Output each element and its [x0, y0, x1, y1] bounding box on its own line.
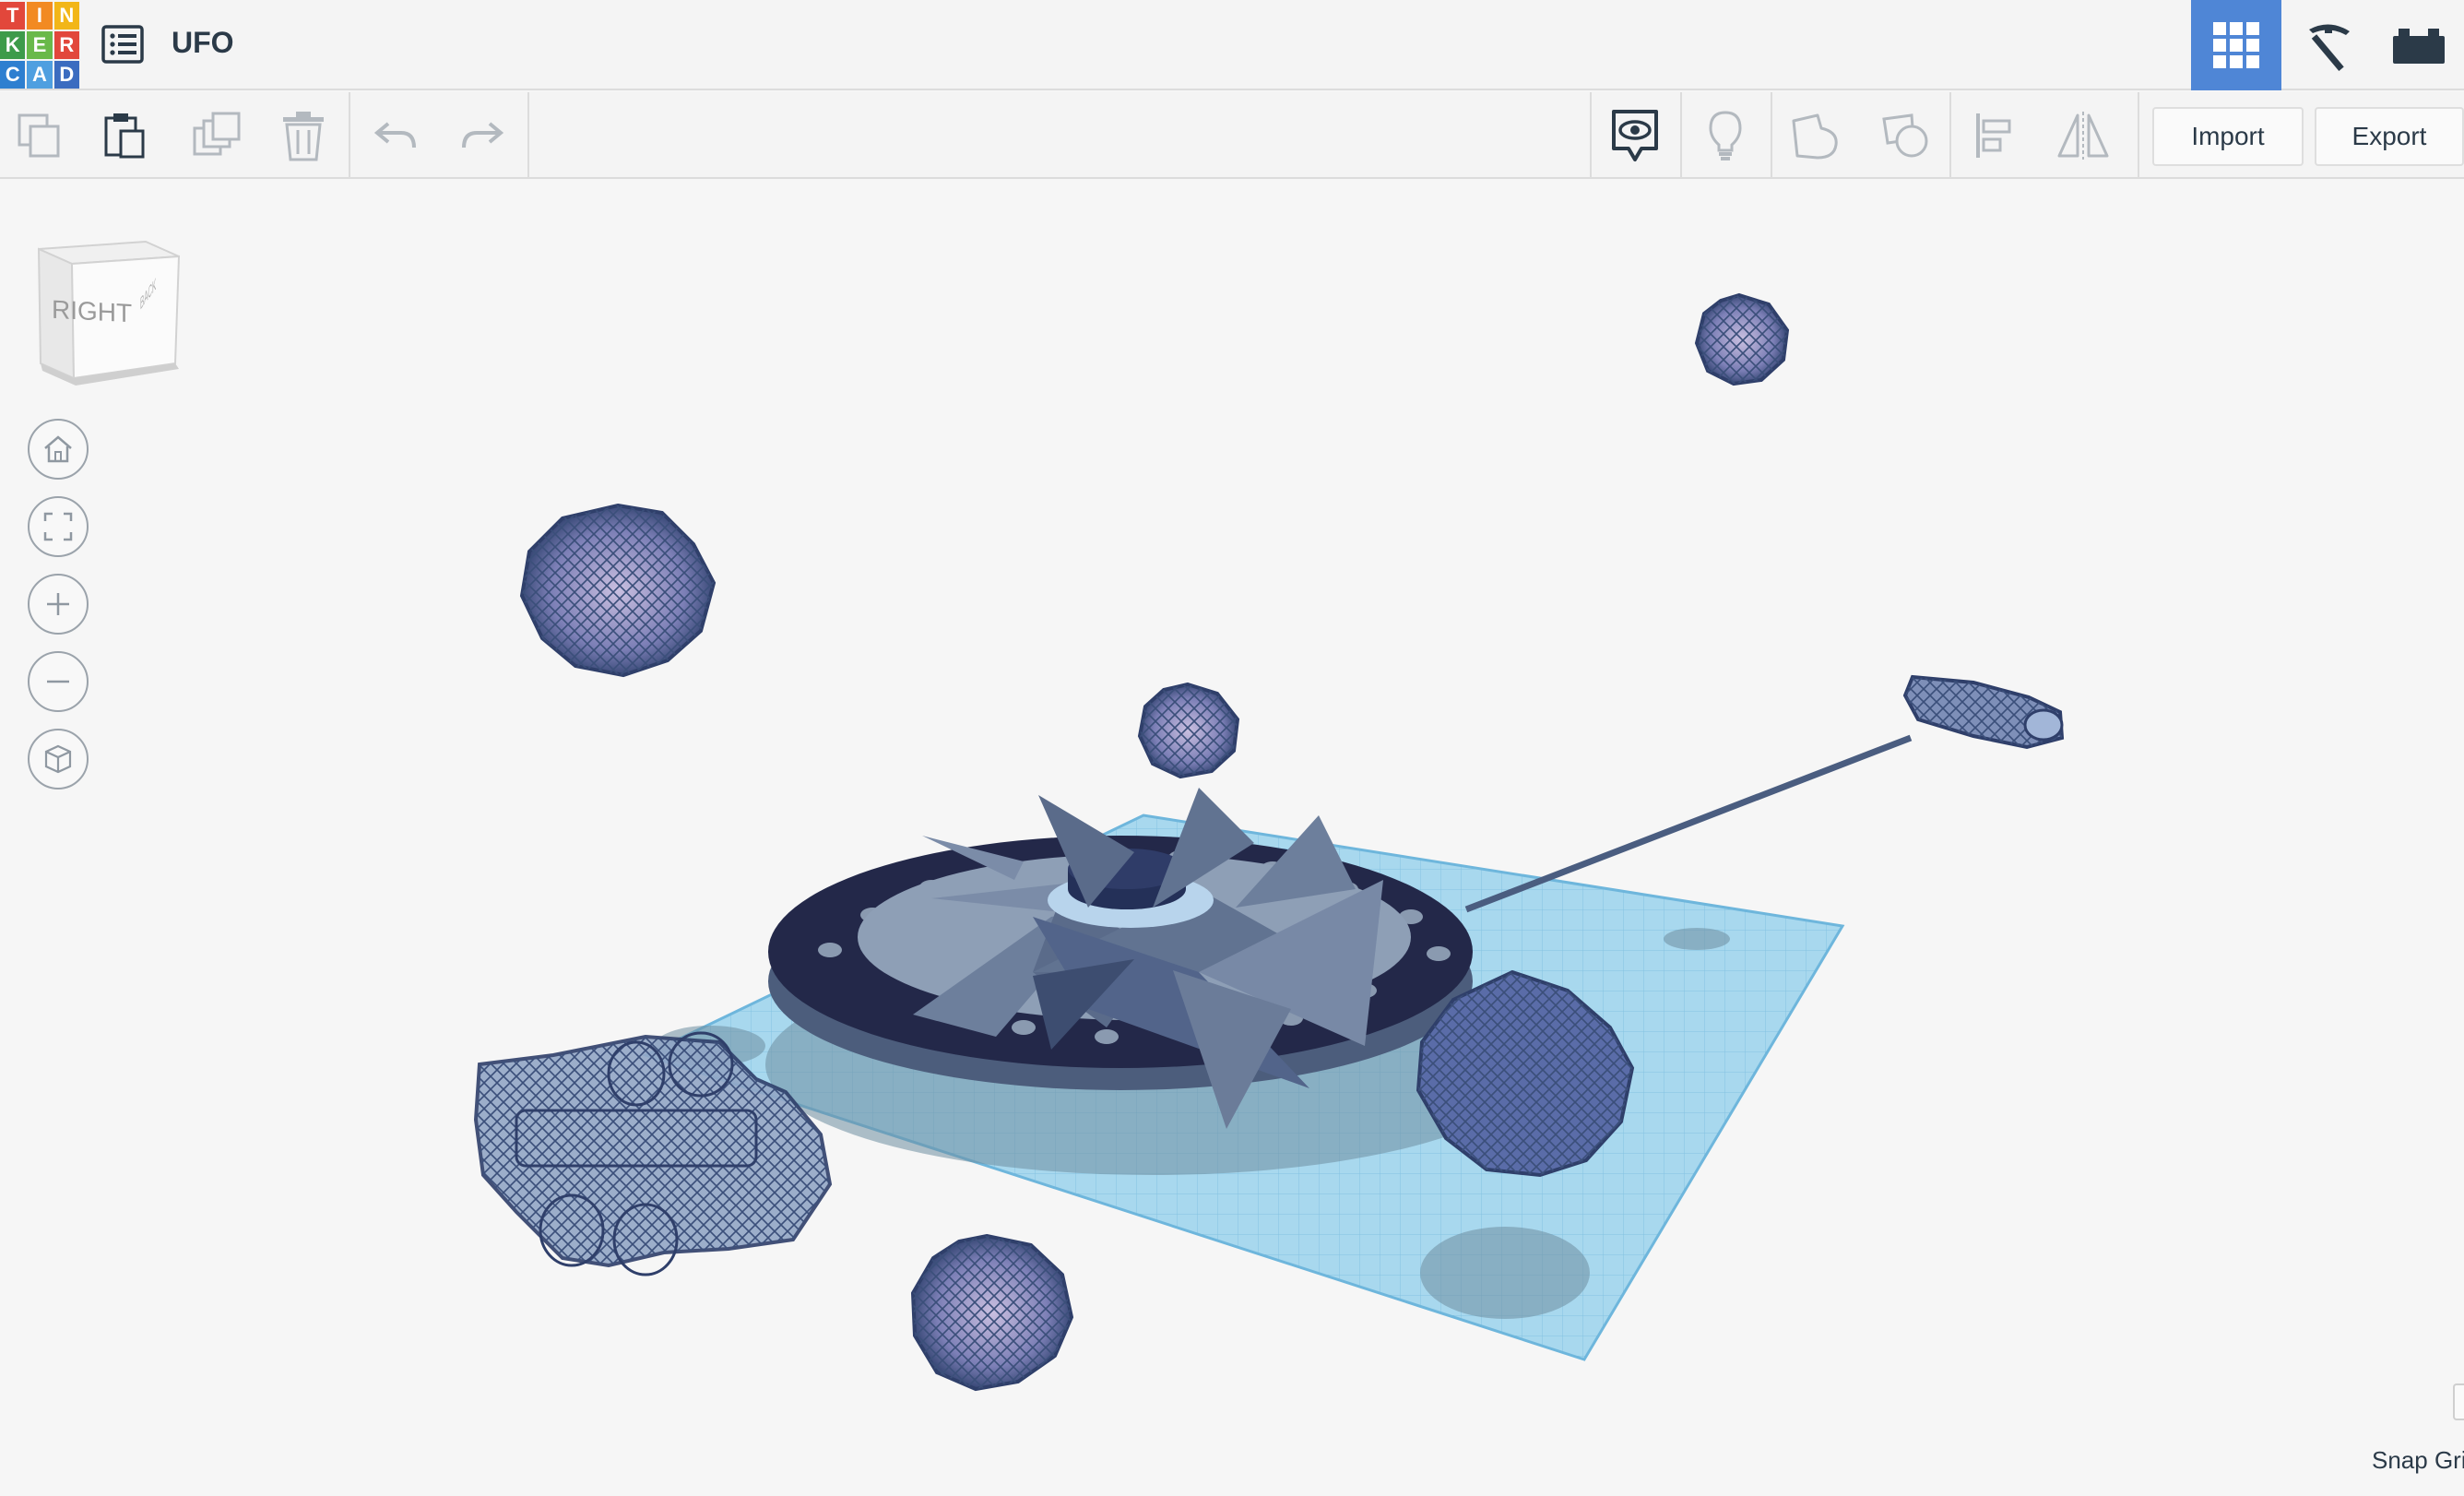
grid-icon	[2213, 22, 2259, 68]
logo-letter: K	[0, 31, 26, 59]
mesh-rocket	[1902, 674, 2065, 750]
import-button[interactable]: Import	[2152, 107, 2304, 166]
copy-button[interactable]	[7, 105, 72, 166]
zoom-out-icon	[47, 680, 69, 683]
toolbar-separator	[527, 92, 529, 177]
snap-grid-label[interactable]: Snap Grid	[2372, 1446, 2464, 1475]
fit-icon	[43, 512, 73, 541]
logo-letter: D	[53, 61, 79, 89]
lightbulb-icon	[1709, 111, 1742, 160]
zoom-in-icon	[47, 593, 69, 615]
home-view-button[interactable]	[28, 419, 89, 480]
view-cube-front-label: RIGHT	[52, 294, 133, 328]
toolbar-separator	[2138, 92, 2139, 177]
logo-letter: R	[53, 31, 79, 59]
group-button[interactable]	[1783, 105, 1848, 166]
zoom-in-button[interactable]	[28, 574, 89, 635]
brick-icon	[2393, 29, 2445, 64]
3d-design-view-button[interactable]	[2191, 0, 2281, 90]
undo-button[interactable]	[363, 105, 428, 166]
top-bar: T I N K E R C A D UFO	[0, 0, 2464, 90]
undo-icon	[373, 122, 416, 148]
duplicate-icon	[193, 112, 241, 156]
logo-letter: N	[53, 2, 79, 30]
paste-icon	[104, 113, 145, 159]
mesh-sphere	[910, 1233, 1074, 1392]
home-icon	[44, 435, 72, 463]
delete-button[interactable]	[271, 105, 336, 166]
toolbar-separator	[1949, 92, 1951, 177]
lego-view-button[interactable]	[2374, 0, 2464, 90]
logo-letter: I	[27, 2, 53, 30]
minecraft-view-button[interactable]	[2283, 0, 2374, 90]
logo-letter: A	[27, 61, 53, 89]
pickaxe-icon	[2309, 24, 2350, 71]
notes-button[interactable]	[1693, 105, 1758, 166]
fit-view-button[interactable]	[28, 496, 89, 557]
toolbar-separator	[1771, 92, 1772, 177]
tinkercad-logo[interactable]: T I N K E R C A D	[0, 2, 79, 89]
mesh-sphere	[1694, 292, 1790, 386]
logo-letter: T	[0, 2, 26, 30]
show-all-button[interactable]	[1603, 105, 1667, 166]
design-title[interactable]: UFO	[172, 26, 234, 60]
ungroup-button[interactable]	[1874, 105, 1938, 166]
ungroup-icon	[1882, 113, 1928, 158]
perspective-icon	[44, 744, 72, 774]
scene-canvas	[473, 292, 2065, 1392]
copy-icon	[18, 113, 60, 158]
zoom-out-button[interactable]	[28, 651, 89, 712]
snap-grid-dropdown-edge[interactable]	[2453, 1383, 2464, 1420]
redo-button[interactable]	[450, 105, 515, 166]
antenna-rod	[1464, 734, 1913, 913]
align-button[interactable]	[1962, 105, 2027, 166]
group-icon	[1792, 113, 1838, 160]
view-cube[interactable]: RIGHT BACK	[37, 240, 184, 387]
mirror-icon	[2057, 112, 2109, 160]
toolbar-separator	[349, 92, 350, 177]
paste-button[interactable]	[92, 105, 157, 166]
show-all-icon	[1612, 110, 1658, 161]
logo-letter: E	[27, 31, 53, 59]
export-button[interactable]: Export	[2315, 107, 2464, 166]
duplicate-button[interactable]	[184, 105, 249, 166]
redo-icon	[462, 122, 504, 148]
mirror-button[interactable]	[2051, 105, 2115, 166]
mesh-sphere	[519, 503, 717, 678]
workplane-viewport[interactable]: RIGHT BACK Snap Grid	[0, 179, 2464, 1496]
mesh-sphere	[1137, 682, 1240, 779]
perspective-toggle-button[interactable]	[28, 729, 89, 790]
design-list-button[interactable]	[96, 20, 149, 68]
align-icon	[1976, 113, 2011, 158]
delete-icon	[283, 112, 324, 161]
edit-toolbar: Import Export	[0, 92, 2464, 179]
toolbar-separator	[1680, 92, 1682, 177]
list-icon	[101, 25, 144, 64]
toolbar-separator	[1590, 92, 1592, 177]
logo-letter: C	[0, 61, 26, 89]
